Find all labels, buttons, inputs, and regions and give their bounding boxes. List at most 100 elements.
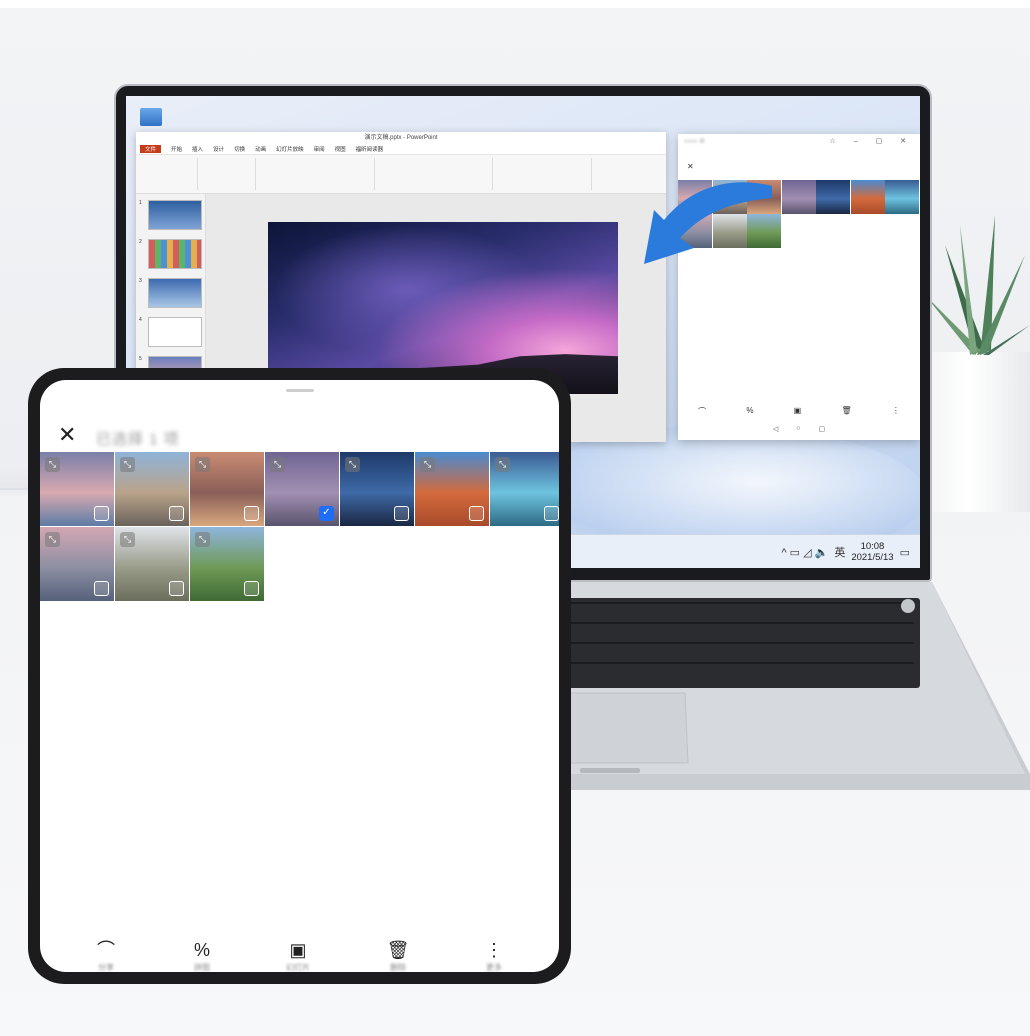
back-icon[interactable]: ◁ bbox=[773, 425, 778, 433]
mirror-photo-thumbnail[interactable] bbox=[781, 180, 816, 214]
ribbon-group-drawing[interactable] bbox=[502, 158, 592, 190]
ppt-tab-view[interactable]: 视图 bbox=[335, 145, 346, 153]
ribbon-group-font[interactable] bbox=[265, 158, 375, 190]
mirror-photo-thumbnail[interactable] bbox=[850, 180, 885, 214]
ppt-tab-animations[interactable]: 动画 bbox=[255, 145, 266, 153]
more-button[interactable]: ⋮ 更多 bbox=[474, 940, 514, 972]
delete-icon: 🗑 bbox=[386, 940, 410, 960]
photo-thumbnail[interactable]: ⤡ bbox=[190, 527, 264, 601]
ppt-tab-slideshow[interactable]: 幻灯片放映 bbox=[276, 145, 304, 153]
expand-icon[interactable]: ⤡ bbox=[345, 457, 360, 472]
ribbon-group-clipboard[interactable] bbox=[138, 158, 198, 190]
mirror-app-name: ▭▭ ⊘ bbox=[684, 138, 706, 145]
mirror-delete-icon[interactable]: 🗑 bbox=[841, 406, 851, 417]
delete-label: 删除 bbox=[390, 963, 406, 972]
checkbox[interactable] bbox=[169, 506, 184, 521]
mirror-photo-thumbnail[interactable] bbox=[885, 180, 919, 214]
mirror-title-bar: ▭▭ ⊘ ☆ – ▢ ✕ bbox=[678, 134, 920, 148]
photo-thumbnail[interactable]: ⤡ bbox=[190, 452, 264, 526]
ppt-tab-review[interactable]: 审阅 bbox=[314, 145, 325, 153]
ime-indicator[interactable]: 英 bbox=[834, 544, 845, 560]
clock[interactable]: 10:08 2021/5/13 bbox=[851, 541, 893, 563]
delete-button[interactable]: 🗑 删除 bbox=[378, 940, 418, 972]
mirror-window-controls[interactable]: ☆ – ▢ ✕ bbox=[830, 137, 914, 145]
expand-icon[interactable]: ⤡ bbox=[195, 457, 210, 472]
expand-icon[interactable]: ⤡ bbox=[120, 457, 135, 472]
checkbox[interactable] bbox=[94, 506, 109, 521]
transfer-arrow-icon bbox=[644, 182, 772, 264]
mirror-more-icon[interactable]: ⋮ bbox=[892, 406, 900, 417]
expand-icon[interactable]: ⤡ bbox=[495, 457, 510, 472]
system-tray: ^ ▭ ◿ 🔈 英 10:08 2021/5/13 ▭ bbox=[781, 541, 910, 563]
expand-icon[interactable]: ⤡ bbox=[195, 532, 210, 547]
mirror-close-icon[interactable]: ✕ bbox=[687, 162, 694, 171]
photo-thumbnail[interactable]: ⤡ ✓ bbox=[265, 452, 339, 526]
more-icon: ⋮ bbox=[485, 940, 503, 960]
drag-handle[interactable] bbox=[286, 389, 314, 392]
slide-number: 5 bbox=[139, 356, 142, 362]
ribbon-group-slides[interactable] bbox=[206, 158, 257, 190]
photo-grid: ⤡ ⤡ ⤡ ⤡ ✓ ⤡ ⤡ ⤡ ⤡ ⤡ ⤡ bbox=[40, 452, 559, 602]
home-icon[interactable]: ○ bbox=[796, 425, 800, 433]
expand-icon[interactable]: ⤡ bbox=[270, 457, 285, 472]
slide-thumb-3[interactable] bbox=[148, 278, 202, 308]
photo-thumbnail[interactable]: ⤡ bbox=[415, 452, 489, 526]
product-scene: 演示文稿.pptx - PowerPoint 文件 开始 插入 设计 切换 动画… bbox=[0, 0, 1030, 1036]
slideshow-button[interactable]: ▣ 幻灯片 bbox=[278, 940, 318, 972]
expand-icon[interactable]: ⤡ bbox=[45, 532, 60, 547]
foldable-phone: ✕ 已选择 1 项 ⤡ ⤡ ⤡ ⤡ ✓ ⤡ ⤡ ⤡ ⤡ ⤡ ⤡ ⌒ 分享 % 拼图 ▣ 幻灯片 🗑 bbox=[28, 368, 571, 984]
share-label: 分享 bbox=[98, 963, 114, 972]
mirror-slideshow-icon[interactable]: ▣ bbox=[794, 406, 802, 417]
photo-thumbnail[interactable]: ⤡ bbox=[340, 452, 414, 526]
ppt-tab-foxit[interactable]: 福昕阅读器 bbox=[356, 145, 384, 153]
ribbon-group-paragraph[interactable] bbox=[383, 158, 494, 190]
photo-thumbnail[interactable]: ⤡ bbox=[490, 452, 559, 526]
checkbox[interactable] bbox=[94, 581, 109, 596]
ppt-tab-home[interactable]: 开始 bbox=[171, 145, 182, 153]
mirror-toolbar: ⌒ % ▣ 🗑 ⋮ bbox=[678, 406, 920, 417]
slide-number: 3 bbox=[139, 278, 142, 284]
slide-thumb-4[interactable] bbox=[148, 317, 202, 347]
checkbox[interactable] bbox=[169, 581, 184, 596]
photo-thumbnail[interactable]: ⤡ bbox=[115, 527, 189, 601]
photo-thumbnail[interactable]: ⤡ bbox=[115, 452, 189, 526]
ppt-ribbon-tabs: 文件 开始 插入 设计 切换 动画 幻灯片放映 审阅 视图 福昕阅读器 bbox=[136, 144, 666, 154]
checkbox[interactable] bbox=[469, 506, 484, 521]
checkbox[interactable] bbox=[394, 506, 409, 521]
slide-number: 1 bbox=[139, 200, 142, 206]
top-border bbox=[0, 0, 1030, 8]
expand-icon[interactable]: ⤡ bbox=[420, 457, 435, 472]
collage-button[interactable]: % 拼图 bbox=[182, 940, 222, 972]
expand-icon[interactable]: ⤡ bbox=[45, 457, 60, 472]
ppt-tab-file[interactable]: 文件 bbox=[140, 145, 162, 153]
computer-icon[interactable] bbox=[140, 108, 162, 126]
slideshow-icon: ▣ bbox=[289, 940, 307, 960]
collage-label: 拼图 bbox=[194, 963, 210, 972]
slide-thumb-1[interactable] bbox=[148, 200, 202, 230]
mirror-photo-thumbnail[interactable] bbox=[816, 180, 850, 214]
ppt-tab-design[interactable]: 设计 bbox=[213, 145, 224, 153]
close-icon[interactable]: ✕ bbox=[58, 424, 76, 446]
slide-thumb-2[interactable] bbox=[148, 239, 202, 269]
photo-thumbnail[interactable]: ⤡ bbox=[40, 452, 114, 526]
collage-icon: % bbox=[193, 940, 210, 960]
notification-icon[interactable]: ▭ bbox=[900, 546, 910, 559]
checkbox-checked[interactable]: ✓ bbox=[319, 506, 334, 521]
checkbox[interactable] bbox=[244, 506, 259, 521]
ppt-tab-insert[interactable]: 插入 bbox=[192, 145, 203, 153]
checkbox[interactable] bbox=[544, 506, 559, 521]
share-button[interactable]: ⌒ 分享 bbox=[86, 940, 126, 972]
photo-thumbnail[interactable]: ⤡ bbox=[40, 527, 114, 601]
laptop-keyboard-deck bbox=[520, 582, 1030, 790]
plant-pot bbox=[930, 352, 1030, 512]
slide-number: 4 bbox=[139, 317, 142, 323]
mirror-share-icon[interactable]: ⌒ bbox=[698, 406, 706, 417]
more-label: 更多 bbox=[486, 963, 502, 972]
checkbox[interactable] bbox=[244, 581, 259, 596]
expand-icon[interactable]: ⤡ bbox=[120, 532, 135, 547]
slide-number: 2 bbox=[139, 239, 142, 245]
tray-icons[interactable]: ^ ▭ ◿ 🔈 bbox=[781, 546, 828, 559]
ppt-tab-transitions[interactable]: 切换 bbox=[234, 145, 245, 153]
recents-icon[interactable]: ▢ bbox=[819, 425, 826, 433]
mirror-collage-icon[interactable]: % bbox=[746, 406, 753, 417]
